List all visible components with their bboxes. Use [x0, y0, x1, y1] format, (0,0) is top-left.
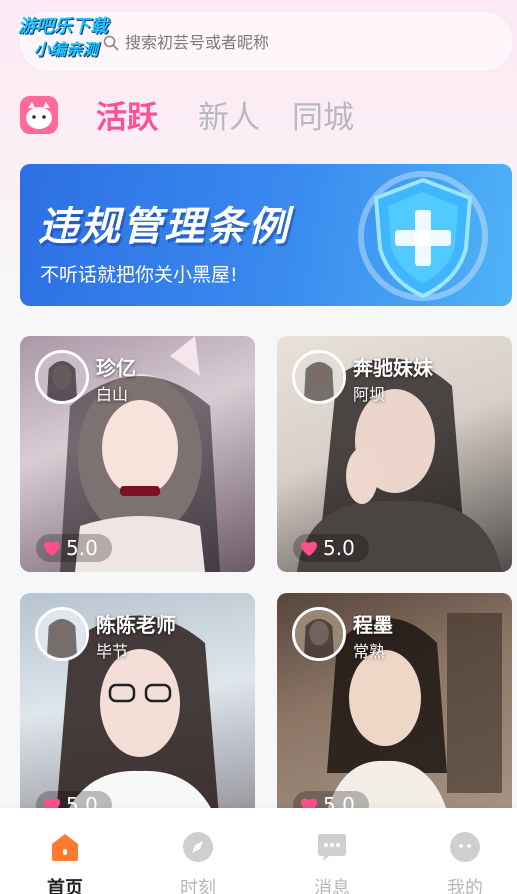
bottom-nav: 首页 时刻 消息 我的	[0, 808, 517, 894]
tab-active[interactable]: 活跃	[96, 92, 158, 137]
tab-newcomers[interactable]: 新人	[198, 92, 260, 137]
message-icon	[318, 834, 346, 861]
profile-card[interactable]: 珍亿 白山 5.0	[20, 336, 255, 572]
home-icon	[52, 834, 78, 861]
avatar	[292, 350, 346, 404]
nav-home[interactable]: 首页	[25, 808, 105, 894]
profile-city: 阿坝	[353, 385, 386, 404]
profile-city: 毕节	[96, 642, 129, 661]
profile-icon	[450, 832, 480, 862]
category-tabs: 活跃 新人 同城	[20, 92, 500, 140]
rating-score: 5.0	[323, 536, 355, 560]
tab-same-city[interactable]: 同城	[292, 92, 354, 137]
heart-icon	[301, 541, 317, 556]
nav-messages[interactable]: 消息	[292, 808, 372, 894]
rating-badge: 5.0	[293, 534, 369, 562]
profile-name: 程墨	[353, 613, 393, 637]
compass-icon	[183, 832, 213, 862]
profile-city: 白山	[96, 385, 129, 404]
nav-label: 消息	[314, 878, 350, 894]
mascot-icon	[20, 96, 58, 134]
nav-label: 时刻	[180, 878, 216, 894]
nav-label: 首页	[47, 878, 83, 894]
avatar	[35, 350, 89, 404]
profile-card[interactable]: 奔驰妹妹 阿坝 5.0	[277, 336, 512, 572]
rating-score: 5.0	[66, 536, 98, 560]
profile-name: 陈陈老师	[96, 613, 176, 637]
profile-card[interactable]: 陈陈老师 毕节 5.0	[20, 593, 255, 829]
search-icon	[103, 35, 119, 51]
banner-title: 违规管理条例	[38, 204, 290, 250]
nav-label: 我的	[447, 878, 483, 894]
profile-name: 珍亿	[96, 356, 136, 380]
rating-badge: 5.0	[36, 534, 112, 562]
shield-icon	[358, 171, 488, 301]
search-input[interactable]: 搜索初芸号或者昵称	[20, 12, 512, 70]
avatar	[35, 607, 89, 661]
rules-banner[interactable]: 违规管理条例 不听话就把你关小黑屋!	[20, 164, 512, 306]
profile-name: 奔驰妹妹	[353, 356, 433, 380]
search-placeholder: 搜索初芸号或者昵称	[125, 33, 270, 52]
nav-profile[interactable]: 我的	[425, 808, 505, 894]
heart-icon	[44, 541, 60, 556]
nav-moments[interactable]: 时刻	[158, 808, 238, 894]
avatar	[292, 607, 346, 661]
profile-card[interactable]: 程墨 常熟 5.0	[277, 593, 512, 829]
profile-city: 常熟	[353, 642, 386, 661]
banner-subtitle: 不听话就把你关小黑屋!	[40, 264, 238, 286]
